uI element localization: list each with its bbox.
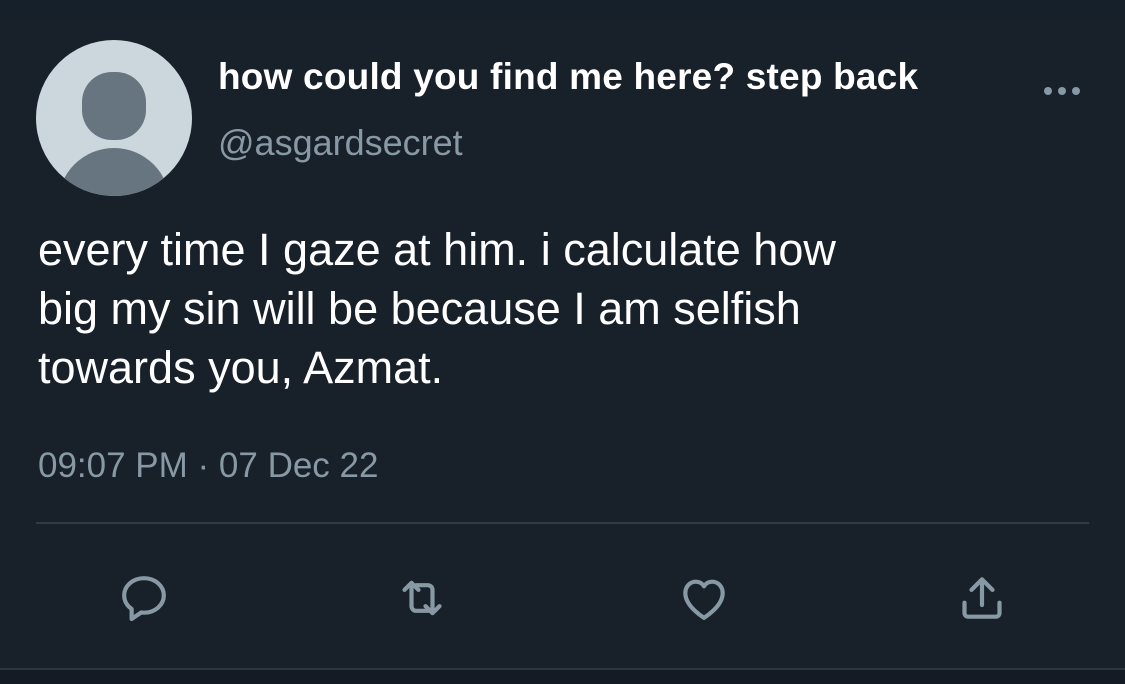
tweet-timestamp[interactable]: 09:07 PM · 07 Dec 22 xyxy=(38,446,378,486)
display-name[interactable]: how could you find me here? step back xyxy=(218,56,918,98)
user-handle[interactable]: @asgardsecret xyxy=(218,122,463,164)
tweet-text-line: big my sin will be because I am selfish xyxy=(38,283,801,334)
tweet-text-line: towards you, Azmat. xyxy=(38,342,444,393)
tweet-text: every time I gaze at him. i calculate ho… xyxy=(38,220,1088,397)
retweet-icon xyxy=(402,580,442,616)
avatar[interactable] xyxy=(36,40,192,196)
tweet-text-line: every time I gaze at him. i calculate ho… xyxy=(38,224,836,275)
more-options-icon[interactable] xyxy=(1040,78,1084,104)
avatar-body-shape xyxy=(58,148,170,196)
like-button[interactable] xyxy=(674,568,734,628)
share-button[interactable] xyxy=(952,568,1012,628)
reply-button[interactable] xyxy=(114,568,174,628)
bottom-border xyxy=(0,668,1125,684)
like-heart-icon xyxy=(683,579,725,620)
tweet-card: how could you find me here? step back @a… xyxy=(0,0,1125,684)
divider xyxy=(36,522,1089,524)
share-icon xyxy=(962,577,1002,619)
reply-icon xyxy=(122,576,166,622)
top-border xyxy=(0,0,1125,18)
retweet-button[interactable] xyxy=(392,568,452,628)
avatar-head-shape xyxy=(82,72,146,140)
